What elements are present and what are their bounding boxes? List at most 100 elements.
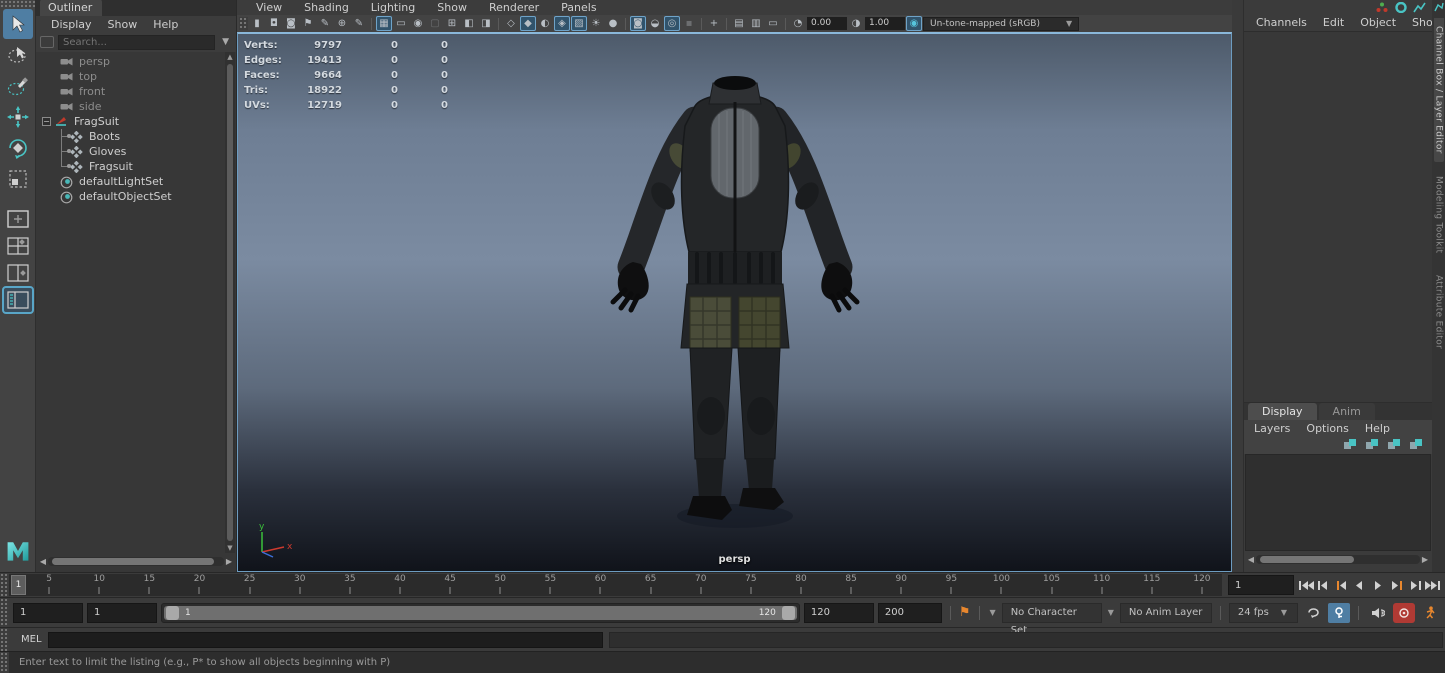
step-forward-frame-button[interactable] xyxy=(1406,576,1423,595)
search-input[interactable] xyxy=(58,35,215,50)
lasso-select-tool[interactable] xyxy=(3,40,33,70)
step-forward-key-button[interactable] xyxy=(1388,576,1405,595)
layer-editor-tab-anim[interactable]: Anim xyxy=(1319,403,1375,420)
outliner-item-defaultobjectset[interactable]: defaultObjectSet xyxy=(36,189,236,204)
menu-view[interactable]: View xyxy=(247,1,291,14)
step-back-key-button[interactable] xyxy=(1334,576,1351,595)
search-options-chevron-icon[interactable]: ▼ xyxy=(219,37,232,47)
outliner-item-side[interactable]: side xyxy=(36,99,236,114)
menu-display[interactable]: Display xyxy=(44,17,99,32)
field-chart-icon[interactable]: ⊞ xyxy=(444,16,460,31)
menu-show[interactable]: Show xyxy=(101,17,145,32)
safe-action-icon[interactable]: ◧ xyxy=(461,16,477,31)
motion-blur-icon[interactable]: ◒ xyxy=(647,16,663,31)
scale-tool[interactable] xyxy=(3,164,33,194)
range-slider-bar[interactable]: 1 120 xyxy=(164,606,797,620)
grease-pencil-icon[interactable]: ✎ xyxy=(351,16,367,31)
exposure-icon[interactable]: ◔ xyxy=(790,16,806,31)
snapshot-paste-icon[interactable]: ▥ xyxy=(748,16,764,31)
safe-title-icon[interactable]: ◨ xyxy=(478,16,494,31)
channel-box-empty-area[interactable] xyxy=(1244,31,1432,403)
depth-of-field-icon[interactable]: ▪ xyxy=(681,16,697,31)
menu-options[interactable]: Options xyxy=(1298,422,1356,435)
hscroll-thumb[interactable] xyxy=(52,558,214,565)
scroll-right-icon[interactable]: ▶ xyxy=(1420,555,1430,564)
outliner-tab[interactable]: Outliner xyxy=(40,0,102,16)
step-back-frame-button[interactable] xyxy=(1316,576,1333,595)
create-layer-from-selected-icon[interactable] xyxy=(1409,438,1424,453)
wireframe-icon[interactable]: ◇ xyxy=(503,16,519,31)
color-management-icon[interactable]: ◉ xyxy=(906,16,922,31)
hscroll-track[interactable] xyxy=(1256,555,1420,564)
viewport-canvas[interactable]: Verts:979700Edges:1941300Faces:966400Tri… xyxy=(237,32,1232,572)
layer-editor-hscrollbar[interactable]: ◀ ▶ xyxy=(1246,553,1430,566)
flat-shade-icon[interactable]: ◐ xyxy=(537,16,553,31)
anim-layer-dropdown[interactable]: No Anim Layer xyxy=(1120,603,1212,623)
hscroll-track[interactable] xyxy=(48,557,224,566)
scroll-left-icon[interactable]: ◀ xyxy=(38,557,48,566)
fragsuit-model[interactable] xyxy=(575,54,895,547)
bookmark-add-icon[interactable]: ⚑ xyxy=(959,605,971,620)
outliner-item-front[interactable]: front xyxy=(36,84,236,99)
filter-icon[interactable] xyxy=(40,36,54,48)
shadows-icon[interactable]: ● xyxy=(605,16,621,31)
menu-panels[interactable]: Panels xyxy=(552,1,605,14)
scroll-down-icon[interactable]: ▼ xyxy=(225,543,235,553)
command-line-grip[interactable] xyxy=(0,628,9,651)
create-empty-layer-icon[interactable] xyxy=(1387,438,1402,453)
menu-object[interactable]: Object xyxy=(1352,16,1404,29)
menu-edit[interactable]: Edit xyxy=(1315,16,1352,29)
playhead[interactable]: 1 xyxy=(11,575,26,595)
select-tool[interactable] xyxy=(3,9,33,39)
animation-start-field[interactable]: 1 xyxy=(13,603,83,623)
range-slider[interactable]: 1 120 xyxy=(161,603,800,623)
outliner-item-gloves[interactable]: Gloves xyxy=(36,144,236,159)
scroll-right-icon[interactable]: ▶ xyxy=(224,557,234,566)
menu-renderer[interactable]: Renderer xyxy=(480,1,548,14)
camera-bookmarks-icon[interactable]: ◙ xyxy=(283,16,299,31)
mute-status-icon[interactable] xyxy=(1393,603,1415,623)
character-controls-icon[interactable] xyxy=(1376,2,1389,13)
scroll-up-icon[interactable]: ▲ xyxy=(225,52,235,62)
side-tab-channel-box-layer-editor[interactable]: Channel Box / Layer Editor xyxy=(1434,18,1444,162)
exposure-field[interactable]: 0.00 xyxy=(807,17,847,30)
bookmark-icon[interactable]: ⚑ xyxy=(300,16,316,31)
menu-shading[interactable]: Shading xyxy=(295,1,358,14)
grid-icon[interactable]: ▦ xyxy=(376,16,392,31)
move-layer-down-icon[interactable] xyxy=(1365,438,1380,453)
panel-splitter[interactable] xyxy=(1232,0,1244,572)
range-slider-grip[interactable] xyxy=(0,598,9,627)
time-slider-grip[interactable] xyxy=(0,573,9,597)
outliner-item-fragsuit[interactable]: Fragsuit xyxy=(36,159,236,174)
viewport-toolbar-grip[interactable] xyxy=(239,17,248,30)
textured-icon[interactable]: ▨ xyxy=(571,16,587,31)
move-axes-icon[interactable]: ⊕ xyxy=(334,16,350,31)
film-gate-icon[interactable]: ▭ xyxy=(393,16,409,31)
menu-help[interactable]: Help xyxy=(1357,422,1398,435)
character-set-dropdown[interactable]: No Character Set xyxy=(1002,603,1102,623)
go-to-end-button[interactable] xyxy=(1424,576,1441,595)
command-result-field[interactable] xyxy=(609,632,1443,648)
menu-layers[interactable]: Layers xyxy=(1246,422,1298,435)
menu-help[interactable]: Help xyxy=(146,17,185,32)
outliner-hscrollbar[interactable]: ◀ ▶ xyxy=(38,555,234,568)
outliner-item-fragsuit[interactable]: −FragSuit xyxy=(36,114,236,129)
layers-list-area[interactable] xyxy=(1245,454,1431,551)
outliner-vscrollbar[interactable]: ▲ ▼ xyxy=(225,52,235,553)
two-pane-layout[interactable] xyxy=(4,261,32,285)
menu-lighting[interactable]: Lighting xyxy=(362,1,424,14)
move-layer-up-icon[interactable] xyxy=(1343,438,1358,453)
anim-layer-chevron-icon[interactable]: ▼ xyxy=(1106,608,1116,617)
snapshot-icon[interactable]: ▤ xyxy=(731,16,747,31)
help-line-grip[interactable] xyxy=(0,652,9,673)
wireframe-on-shaded-icon[interactable]: ◈ xyxy=(554,16,570,31)
sidebar-toggle-icon[interactable] xyxy=(1434,2,1444,12)
isolate-select-icon[interactable]: + xyxy=(706,16,722,31)
range-end-handle[interactable] xyxy=(782,606,795,620)
single-pane-layout[interactable] xyxy=(4,207,32,231)
tonemap-dropdown[interactable]: Un-tone-mapped (sRGB)▼ xyxy=(923,17,1079,31)
auto-keyframe-toggle[interactable] xyxy=(1328,603,1350,623)
anti-alias-icon[interactable]: ◎ xyxy=(664,16,680,31)
play-forward-button[interactable] xyxy=(1370,576,1387,595)
current-frame-field[interactable]: 1 xyxy=(1228,575,1294,595)
